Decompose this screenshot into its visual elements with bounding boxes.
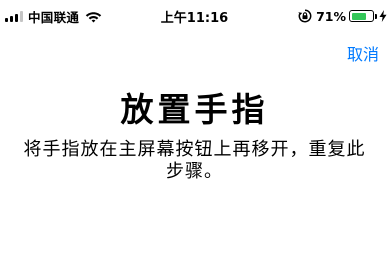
instruction-text: 将手指放在主屏幕按钮上再移开，重复此步骤。 — [23, 139, 366, 182]
battery-cap — [375, 13, 377, 19]
battery-fill — [351, 12, 366, 20]
page-title: 放置手指 — [120, 90, 269, 129]
status-bar: 中国联通 上午11:16 71% — [0, 0, 389, 32]
charging-bolt-icon — [379, 10, 387, 22]
battery-icon — [349, 10, 374, 22]
battery-percent: 71% — [316, 8, 346, 24]
status-right: 71% — [298, 8, 387, 24]
rotation-lock-icon — [298, 9, 312, 23]
cancel-button[interactable]: 取消 — [347, 41, 379, 65]
